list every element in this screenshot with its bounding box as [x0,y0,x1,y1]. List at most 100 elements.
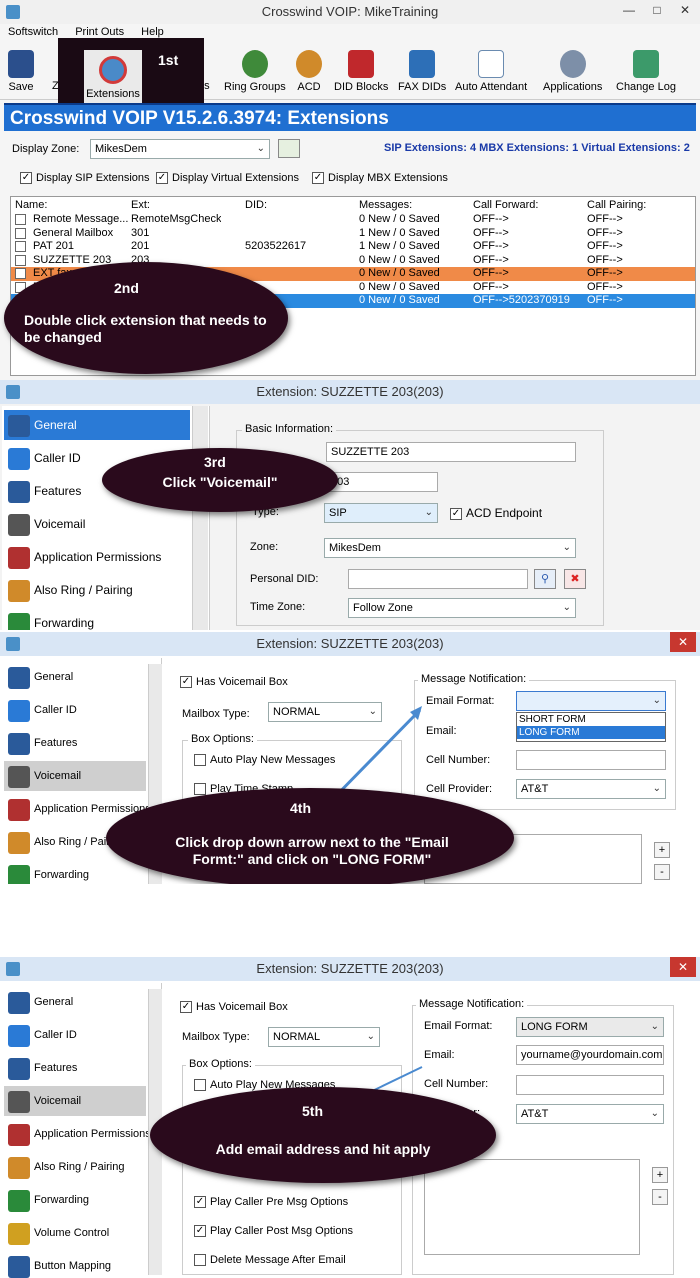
maximize-button[interactable]: □ [644,0,670,20]
message-notification-title: Message Notification: [416,998,528,1010]
row-checkbox[interactable] [15,214,26,225]
auto-attendant-button[interactable]: Auto Attendant [455,50,527,93]
sidebar-item-general[interactable]: General [4,987,146,1017]
person-icon [8,992,30,1014]
window-title: Crosswind VOIP: MikeTraining [261,4,439,19]
has-voicemail-checkbox[interactable]: ✓ Has Voicemail Box [180,676,288,689]
add-button[interactable]: + [654,842,670,858]
cell-number-label: Cell Number: [424,1078,489,1090]
message-notification-title: Message Notification: [418,673,530,685]
notes-textarea[interactable] [424,1159,640,1255]
display-sip-checkbox[interactable]: ✓ Display SIP Extensions [20,172,150,185]
name-field[interactable]: SUZZETTE 203 [326,442,576,462]
cell-messages: 0 New / 0 Saved [359,267,440,279]
row-checkbox[interactable] [15,268,26,279]
close-button[interactable]: ✕ [672,0,698,20]
zone-select[interactable]: MikesDem ⌄ [324,538,576,558]
ext-field[interactable]: 203 [326,472,438,492]
col-messages: Messages: [359,199,413,211]
option-long-form[interactable]: LONG FORM [517,726,665,739]
sidebar-item-features[interactable]: Features [4,1053,146,1083]
row-checkbox[interactable] [15,227,26,239]
sidebar-item-label: Volume Control [34,1227,110,1239]
remove-button[interactable]: - [654,864,670,880]
auto-play-checkbox[interactable]: Auto Play New Messages [194,754,335,767]
grid-view-icon[interactable] [278,139,300,158]
save-button[interactable]: Save [8,50,34,93]
email-format-select[interactable]: LONG FORM ⌄ [516,1017,664,1037]
sidebar-item-forwarding[interactable]: Forwarding [4,608,190,630]
sidebar-item-application-permissions[interactable]: Application Permissions [4,1119,151,1149]
did-blocks-button[interactable]: DID Blocks [334,50,388,93]
row-checkbox[interactable] [15,241,26,252]
sidebar-item-forwarding[interactable]: Forwarding [4,860,146,884]
sidebar-item-application-permissions[interactable]: Application Permissions [4,542,190,572]
voicemail-icon [8,514,30,536]
title-bar: Extension: SUZZETTE 203(203) ✕ [0,632,700,656]
post-msg-checkbox[interactable]: ✓ Play Caller Post Msg Options [194,1225,353,1238]
type-select[interactable]: SIP ⌄ [324,503,438,523]
search-icon[interactable]: ⚲ [534,569,556,589]
sidebar-item-general[interactable]: General [4,410,190,440]
delete-after-email-checkbox[interactable]: Delete Message After Email [194,1254,346,1267]
sidebar-item-general[interactable]: General [4,662,146,692]
cell-provider-select[interactable]: AT&T ⌄ [516,779,666,799]
sidebar-item-voicemail[interactable]: Voicemail [4,761,146,791]
cell-number-field[interactable] [516,750,666,770]
time-zone-select[interactable]: Follow Zone ⌄ [348,598,576,618]
remove-button[interactable]: - [652,1189,668,1205]
mailbox-type-label: Mailbox Type: [182,1031,250,1043]
cell-messages: 0 New / 0 Saved [359,213,440,225]
acd-endpoint-checkbox[interactable]: ✓ ACD Endpoint [450,506,542,520]
info-icon [8,448,30,470]
display-zone-select[interactable]: MikesDem ⌄ [90,139,270,159]
row-checkbox[interactable] [15,254,26,266]
sidebar-item-voicemail[interactable]: Voicemail [4,1086,146,1116]
menu-softswitch[interactable]: Softswitch [8,26,58,38]
fax-dids-button[interactable]: FAX DIDs [398,50,446,93]
menu-print-outs[interactable]: Print Outs [75,26,124,38]
menu-help[interactable]: Help [141,26,164,38]
display-mbx-checkbox[interactable]: ✓ Display MBX Extensions [312,172,448,185]
sidebar-item-caller-id[interactable]: Caller ID [4,695,146,725]
extension-general-panel: Extension: SUZZETTE 203(203) General Call… [0,380,700,630]
table-row[interactable]: PAT 201 201 5203522617 1 New / 0 Saved OFF--… [11,240,695,254]
personal-did-field[interactable] [348,569,528,589]
time-zone-label: Time Zone: [250,601,306,613]
acd-button[interactable]: ACD [296,50,322,93]
cell-number-field[interactable] [516,1075,664,1095]
delete-icon[interactable]: ✖ [564,569,586,589]
minimize-button[interactable]: — [616,0,642,20]
sidebar-item-also-ring-pairing[interactable]: Also Ring / Pairing [4,575,190,605]
change-log-button[interactable]: Change Log [616,50,676,93]
sidebar-item-also-ring-pairing[interactable]: Also Ring / Pairing [4,1152,146,1182]
sidebar-item-voicemail[interactable]: Voicemail [4,509,190,539]
step4-text: Click drop down arrow next to the "Email… [175,834,449,867]
has-voicemail-checkbox[interactable]: ✓ Has Voicemail Box [180,1001,288,1014]
email-format-label: Email Format: [424,1020,493,1032]
sidebar-item-caller-id[interactable]: Caller ID [4,1020,146,1050]
add-button[interactable]: + [652,1167,668,1183]
sidebar-item-forwarding[interactable]: Forwarding [4,1185,146,1215]
sidebar-item-volume-control[interactable]: Volume Control [4,1218,146,1248]
ring-groups-button[interactable]: Ring Groups [224,50,286,93]
table-row[interactable]: General Mailbox 301 1 New / 0 Saved OFF--> O… [11,227,695,241]
person-icon [8,667,30,689]
close-button[interactable]: ✕ [670,632,696,652]
extensions-button[interactable]: Extensions [84,50,142,108]
person-icon [241,50,268,78]
option-short-form[interactable]: SHORT FORM [517,713,665,726]
pre-msg-checkbox[interactable]: ✓ Play Caller Pre Msg Options [194,1196,348,1209]
applications-button[interactable]: Applications [543,50,602,93]
scrollbar[interactable] [192,406,208,630]
sidebar-item-features[interactable]: Features [4,728,146,758]
display-virtual-checkbox[interactable]: ✓ Display Virtual Extensions [156,172,299,185]
table-row[interactable]: Remote Message... RemoteMsgCheck 0 New / 0… [11,213,695,227]
cell-forward: OFF--> [473,213,509,225]
close-button[interactable]: ✕ [670,957,696,977]
email-format-select[interactable]: ⌄ [516,691,666,711]
cell-provider-select[interactable]: AT&T ⌄ [516,1104,664,1124]
email-field[interactable]: yourname@yourdomain.com [516,1045,664,1065]
mailbox-type-select[interactable]: NORMAL ⌄ [268,1027,380,1047]
sidebar-item-button-mapping[interactable]: Button Mapping [4,1251,146,1278]
